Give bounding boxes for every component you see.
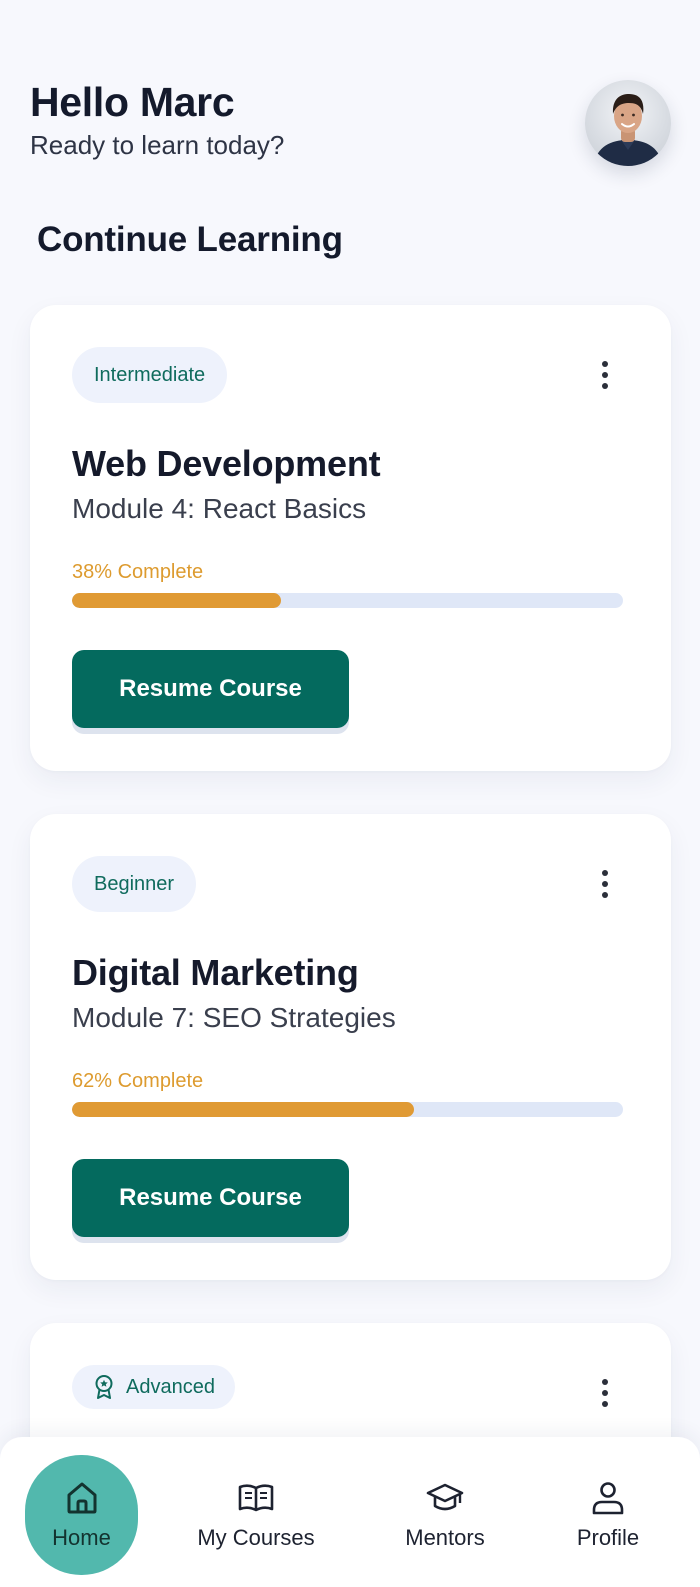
- course-title: Web Development: [72, 443, 381, 484]
- level-badge-label: Intermediate: [94, 363, 206, 386]
- user-icon: [592, 1482, 624, 1515]
- progress-bar: [72, 593, 623, 608]
- nav-item-mentors[interactable]: Mentors: [392, 1455, 498, 1575]
- more-options-icon[interactable]: [593, 355, 617, 395]
- course-title: Digital Marketing: [72, 952, 359, 993]
- course-module: Module 4: React Basics: [72, 493, 367, 524]
- graduation-cap-icon: [426, 1483, 464, 1511]
- progress-bar: [72, 1102, 623, 1117]
- nav-item-home[interactable]: Home: [25, 1455, 138, 1575]
- progress-label: 38% Complete: [72, 561, 204, 583]
- home-icon: [67, 1482, 96, 1514]
- avatar[interactable]: [585, 80, 671, 166]
- nav-label-mentors: Mentors: [405, 1525, 485, 1550]
- resume-course-button[interactable]: Resume Course: [72, 1159, 349, 1237]
- award-ribbon-icon: [95, 1375, 113, 1399]
- level-badge: Beginner: [72, 856, 197, 912]
- course-module: Module 7: SEO Strategies: [72, 1002, 396, 1033]
- greeting-subtitle: Ready to learn today?: [30, 130, 285, 160]
- book-open-icon: [238, 1484, 274, 1512]
- greeting-title: Hello Marc: [30, 79, 235, 125]
- nav-label-home: Home: [52, 1525, 111, 1550]
- bottom-navigation: Home My Courses Mentors Profile: [0, 1437, 700, 1587]
- progress-bar-fill: [72, 593, 282, 608]
- avatar-photo: [593, 94, 663, 166]
- app-screen: Hello Marc Ready to learn today? Continu…: [0, 0, 700, 1587]
- level-badge: Advanced: [72, 1365, 235, 1409]
- progress-label: 62% Complete: [72, 1070, 204, 1092]
- resume-course-button[interactable]: Resume Course: [72, 650, 349, 728]
- course-card: Intermediate Web Development Module 4: R…: [30, 305, 671, 771]
- more-options-icon[interactable]: [593, 864, 617, 904]
- nav-label-my-courses: My Courses: [197, 1525, 315, 1550]
- progress-bar-fill: [72, 1102, 414, 1117]
- greeting-block: Hello Marc Ready to learn today?: [30, 78, 284, 162]
- level-badge: Intermediate: [72, 347, 228, 403]
- level-badge-label: Beginner: [94, 872, 175, 895]
- nav-label-profile: Profile: [576, 1525, 640, 1550]
- level-badge-label: Advanced: [126, 1375, 215, 1398]
- course-card: Beginner Digital Marketing Module 7: SEO…: [30, 814, 671, 1280]
- section-title: Continue Learning: [37, 220, 343, 259]
- nav-item-profile[interactable]: Profile: [564, 1455, 652, 1575]
- more-options-icon[interactable]: [593, 1373, 617, 1413]
- nav-item-my-courses[interactable]: My Courses: [190, 1455, 322, 1575]
